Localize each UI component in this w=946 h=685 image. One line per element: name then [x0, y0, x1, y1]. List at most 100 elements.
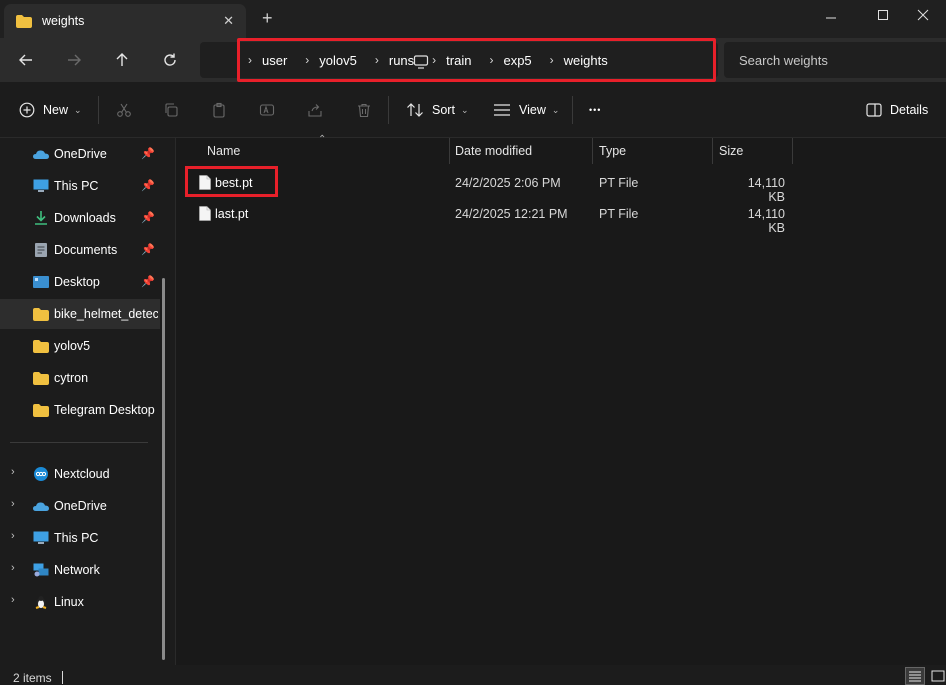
- sidebar-item-desktop[interactable]: Desktop 📌: [0, 267, 160, 297]
- breadcrumb-weights[interactable]: weights: [564, 53, 608, 68]
- file-row-best-pt[interactable]: best.pt 24/2/2025 2:06 PM PT File 14,110…: [185, 168, 945, 204]
- pin-icon: 📌: [141, 244, 155, 256]
- sidebar-item-onedrive[interactable]: › OneDrive: [0, 491, 160, 521]
- refresh-button[interactable]: [156, 48, 184, 72]
- sidebar-item-telegram-desktop[interactable]: Telegram Desktop: [0, 395, 160, 425]
- search-box[interactable]: [724, 42, 946, 78]
- chevron-right-icon[interactable]: ›: [248, 53, 252, 67]
- chevron-right-icon[interactable]: ›: [375, 53, 379, 67]
- desktop-icon: [33, 276, 49, 288]
- file-date: 24/2/2025 12:21 PM: [455, 207, 568, 221]
- pin-icon: 📌: [141, 276, 155, 288]
- share-button[interactable]: [307, 98, 323, 122]
- toolbar-divider: [572, 96, 573, 124]
- column-header-type[interactable]: Type: [599, 144, 626, 158]
- column-header-size[interactable]: Size: [719, 144, 743, 158]
- breadcrumb: › user › yolov5 › runs › train › exp5 › …: [244, 38, 622, 82]
- sidebar-item-yolov5[interactable]: yolov5: [0, 331, 160, 361]
- chevron-right-icon[interactable]: ›: [432, 53, 436, 67]
- chevron-right-icon[interactable]: ›: [11, 466, 15, 478]
- chevron-right-icon[interactable]: ›: [11, 498, 15, 510]
- file-icon: [199, 175, 211, 190]
- cut-button[interactable]: [116, 98, 132, 122]
- tiles-view-button[interactable]: [928, 667, 946, 685]
- new-tab-button[interactable]: +: [262, 9, 273, 27]
- tab-weights[interactable]: weights ✕: [4, 4, 246, 38]
- rename-button[interactable]: [259, 98, 275, 122]
- chevron-right-icon[interactable]: ›: [11, 562, 15, 574]
- view-button[interactable]: View ⌄: [493, 98, 559, 122]
- chevron-right-icon[interactable]: ›: [11, 594, 15, 606]
- chevron-right-icon[interactable]: ›: [550, 53, 554, 67]
- chevron-right-icon[interactable]: ›: [489, 53, 493, 67]
- back-button[interactable]: [12, 48, 40, 72]
- pc-icon: [33, 179, 49, 192]
- more-options-button[interactable]: •••: [589, 98, 601, 122]
- close-tab-button[interactable]: ✕: [223, 13, 234, 29]
- chevron-right-icon[interactable]: ›: [11, 530, 15, 542]
- sidebar-scrollbar[interactable]: [162, 278, 165, 660]
- forward-button[interactable]: [60, 48, 88, 72]
- details-view-button[interactable]: [905, 667, 925, 685]
- column-divider[interactable]: [712, 138, 713, 164]
- sidebar-divider: [10, 442, 148, 443]
- share-icon: [308, 104, 322, 117]
- sidebar-item-this-pc[interactable]: › This PC: [0, 523, 160, 553]
- details-button[interactable]: Details: [866, 98, 928, 122]
- file-row-last-pt[interactable]: last.pt 24/2/2025 12:21 PM PT File 14,11…: [185, 199, 945, 235]
- delete-button[interactable]: [356, 98, 372, 122]
- sidebar-item-label: Telegram Desktop: [54, 403, 155, 417]
- network-icon: [33, 563, 49, 577]
- onedrive-icon: [33, 150, 49, 159]
- column-header-date[interactable]: Date modified: [455, 144, 532, 158]
- view-list-icon: [493, 103, 511, 117]
- column-divider[interactable]: [592, 138, 593, 164]
- search-input[interactable]: [739, 52, 939, 68]
- paste-icon: [213, 102, 225, 118]
- sidebar-item-linux[interactable]: › Linux: [0, 587, 160, 617]
- column-divider[interactable]: [792, 138, 793, 164]
- chevron-down-icon: ⌄: [551, 104, 560, 115]
- column-divider[interactable]: [449, 138, 450, 164]
- sidebar-item-label: OneDrive: [54, 499, 107, 513]
- sidebar-item-cytron[interactable]: cytron: [0, 363, 160, 393]
- sidebar-item-onedrive-quick[interactable]: OneDrive 📌: [0, 139, 160, 169]
- sidebar-item-downloads[interactable]: Downloads 📌: [0, 203, 160, 233]
- breadcrumb-yolov5[interactable]: yolov5: [319, 53, 357, 68]
- column-header-name[interactable]: Name: [207, 144, 240, 158]
- document-icon: [35, 243, 47, 257]
- sort-button[interactable]: Sort ⌄: [406, 98, 468, 122]
- breadcrumb-train[interactable]: train: [446, 53, 471, 68]
- pc-icon: [33, 531, 49, 544]
- pin-icon: 📌: [141, 148, 155, 160]
- new-button[interactable]: New ⌄: [19, 98, 82, 122]
- toolbar-divider: [388, 96, 389, 124]
- copy-button[interactable]: [163, 98, 179, 122]
- close-window-button[interactable]: [900, 0, 946, 30]
- sidebar-item-label: Network: [54, 563, 100, 577]
- title-bar: weights ✕ +: [0, 0, 946, 38]
- refresh-icon: [164, 53, 176, 66]
- paste-button[interactable]: [211, 98, 227, 122]
- breadcrumb-user[interactable]: user: [262, 53, 287, 68]
- sidebar-item-nextcloud[interactable]: › Nextcloud: [0, 459, 160, 489]
- sidebar-item-bike-helmet-detect[interactable]: bike_helmet_detect: [0, 299, 160, 329]
- breadcrumb-exp5[interactable]: exp5: [503, 53, 531, 68]
- folder-icon: [33, 404, 49, 417]
- sidebar-item-label: cytron: [54, 371, 89, 385]
- details-label: Details: [890, 103, 929, 117]
- plus-circle-icon: [19, 102, 35, 118]
- sidebar-item-this-pc-quick[interactable]: This PC 📌: [0, 171, 160, 201]
- file-name: best.pt: [215, 176, 253, 190]
- chevron-right-icon[interactable]: ›: [305, 53, 309, 67]
- rename-icon: [259, 104, 275, 116]
- breadcrumb-runs[interactable]: runs: [389, 53, 414, 68]
- pin-icon: 📌: [141, 212, 155, 224]
- arrow-up-icon: [116, 53, 128, 66]
- minimize-button[interactable]: [808, 0, 854, 30]
- up-button[interactable]: [108, 48, 136, 72]
- new-label: New: [43, 103, 69, 117]
- sidebar-item-network[interactable]: › Network: [0, 555, 160, 585]
- sidebar-item-documents[interactable]: Documents 📌: [0, 235, 160, 265]
- file-type: PT File: [599, 207, 639, 221]
